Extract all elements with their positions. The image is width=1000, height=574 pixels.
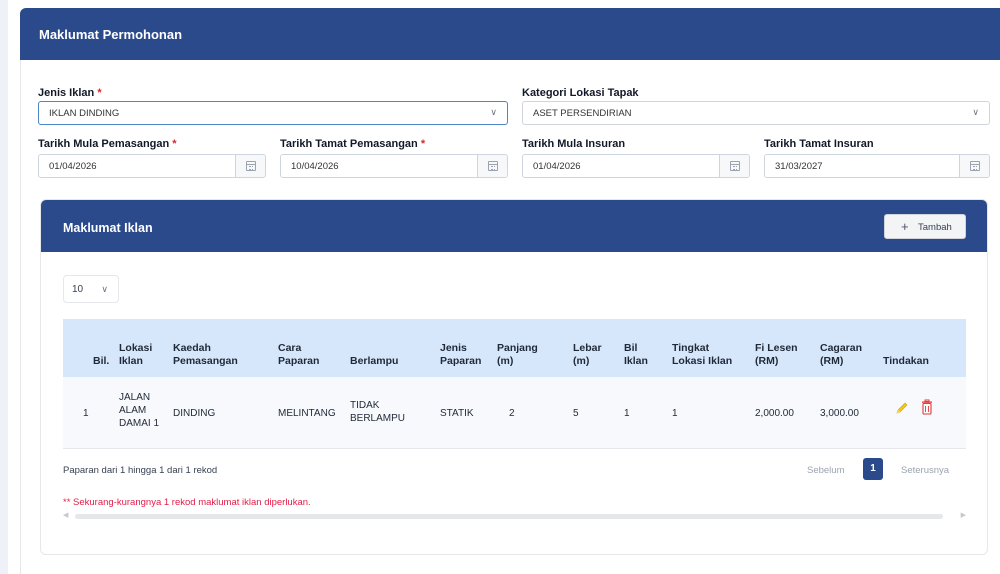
scroll-thumb[interactable] [75, 514, 943, 519]
tarikh-mula-pemasangan-label: Tarikh Mula Pemasangan * [38, 138, 177, 150]
calendar-button[interactable] [719, 155, 749, 177]
pager-next-button[interactable]: Seterusnya [901, 465, 949, 476]
calendar-button[interactable] [235, 155, 265, 177]
cell-kaedah: DINDING [173, 408, 216, 419]
cell-cara: MELINTANG [278, 408, 336, 419]
permohonan-title: Maklumat Permohonan [39, 27, 183, 42]
maklumat-iklan-title: Maklumat Iklan [63, 221, 153, 235]
trash-icon[interactable] [921, 399, 933, 415]
tarikh-tamat-pemasangan-label: Tarikh Tamat Pemasangan * [280, 138, 426, 150]
cell-lokasi: JALAN ALAM DAMAI 1 [119, 392, 160, 429]
col-cara: Cara Paparan [278, 342, 320, 367]
calendar-icon [730, 161, 740, 171]
maklumat-iklan-card: Maklumat Iklan + Tambah 10 ∨ Bil. Lokasi… [40, 199, 988, 555]
jenis-iklan-value: IKLAN DINDING [49, 108, 120, 119]
col-jenis-paparan: Jenis Paparan [440, 342, 482, 367]
kategori-lokasi-select[interactable]: ASET PERSENDIRIAN ∨ [522, 101, 990, 125]
scroll-left-icon[interactable]: ◀ [63, 511, 68, 519]
col-cagaran: Cagaran (RM) [820, 342, 863, 367]
kategori-lokasi-label: Kategori Lokasi Tapak [522, 87, 639, 99]
chevron-down-icon: ∨ [101, 284, 108, 294]
col-fi-lesen: Fi Lesen (RM) [755, 342, 798, 367]
col-kaedah: Kaedah Pemasangan [173, 342, 238, 367]
col-bil: Bil. [93, 355, 110, 367]
tambah-button[interactable]: + Tambah [884, 214, 966, 239]
tarikh-tamat-insuran-label: Tarikh Tamat Insuran [764, 138, 874, 150]
pager-prev-button[interactable]: Sebelum [807, 465, 845, 476]
pencil-icon[interactable] [895, 401, 909, 415]
col-panjang: Panjang (m) [497, 342, 538, 367]
tarikh-mula-insuran-input[interactable]: 01/04/2026 [522, 154, 750, 178]
cell-berlampu: TIDAK BERLAMPU [350, 400, 406, 424]
cell-panjang: 2 [509, 408, 515, 419]
calendar-button[interactable] [959, 155, 989, 177]
pager-page-1[interactable]: 1 [863, 458, 883, 480]
tarikh-tamat-insuran-input[interactable]: 31/03/2027 [764, 154, 990, 178]
table-info: Paparan dari 1 hingga 1 dari 1 rekod [63, 465, 218, 476]
jenis-iklan-label: Jenis Iklan * [38, 87, 102, 99]
tarikh-tamat-pemasangan-input[interactable]: 10/04/2026 [280, 154, 508, 178]
page-edge [0, 0, 8, 574]
col-berlampu: Berlampu [350, 355, 399, 367]
calendar-icon [488, 161, 498, 171]
cell-cagaran: 3,000.00 [820, 408, 859, 419]
cell-lebar: 5 [573, 408, 579, 419]
col-tingkat: Tingkat Lokasi Iklan [672, 342, 733, 367]
plus-icon: + [901, 219, 909, 234]
calendar-button[interactable] [477, 155, 507, 177]
cell-bil: 1 [83, 408, 89, 419]
calendar-icon [970, 161, 980, 171]
jenis-iklan-select[interactable]: IKLAN DINDING ∨ [38, 101, 508, 125]
table-row: 1 JALAN ALAM DAMAI 1 DINDING MELINTANG TID… [63, 377, 966, 449]
col-bil-iklan: Bil Iklan [624, 342, 648, 367]
calendar-icon [246, 161, 256, 171]
scroll-right-icon[interactable]: ▶ [961, 511, 966, 519]
cell-tingkat: 1 [672, 408, 678, 419]
col-lokasi: Lokasi Iklan [119, 342, 153, 367]
page-size-select[interactable]: 10 ∨ [63, 275, 119, 303]
cell-jenis-paparan: STATIK [440, 408, 474, 419]
cell-bil-iklan: 1 [624, 408, 630, 419]
chevron-down-icon: ∨ [490, 107, 497, 117]
tarikh-mula-pemasangan-input[interactable]: 01/04/2026 [38, 154, 266, 178]
maklumat-iklan-header: Maklumat Iklan + Tambah [41, 200, 987, 252]
col-tindakan: Tindakan [883, 355, 929, 367]
col-lebar: Lebar (m) [573, 342, 602, 367]
permohonan-header: Maklumat Permohonan [20, 8, 1000, 60]
tarikh-mula-insuran-label: Tarikh Mula Insuran [522, 138, 626, 150]
kategori-lokasi-value: ASET PERSENDIRIAN [533, 108, 632, 119]
cell-fi-lesen: 2,000.00 [755, 408, 794, 419]
table-header: Bil. Lokasi Iklan Kaedah Pemasangan Cara Pa… [63, 319, 966, 377]
horizontal-scrollbar[interactable]: ◀ ▶ [63, 511, 966, 521]
chevron-down-icon: ∨ [972, 107, 979, 117]
card-border [20, 60, 21, 574]
warning-message: ** Sekurang-kurangnya 1 rekod maklumat i… [63, 497, 311, 508]
